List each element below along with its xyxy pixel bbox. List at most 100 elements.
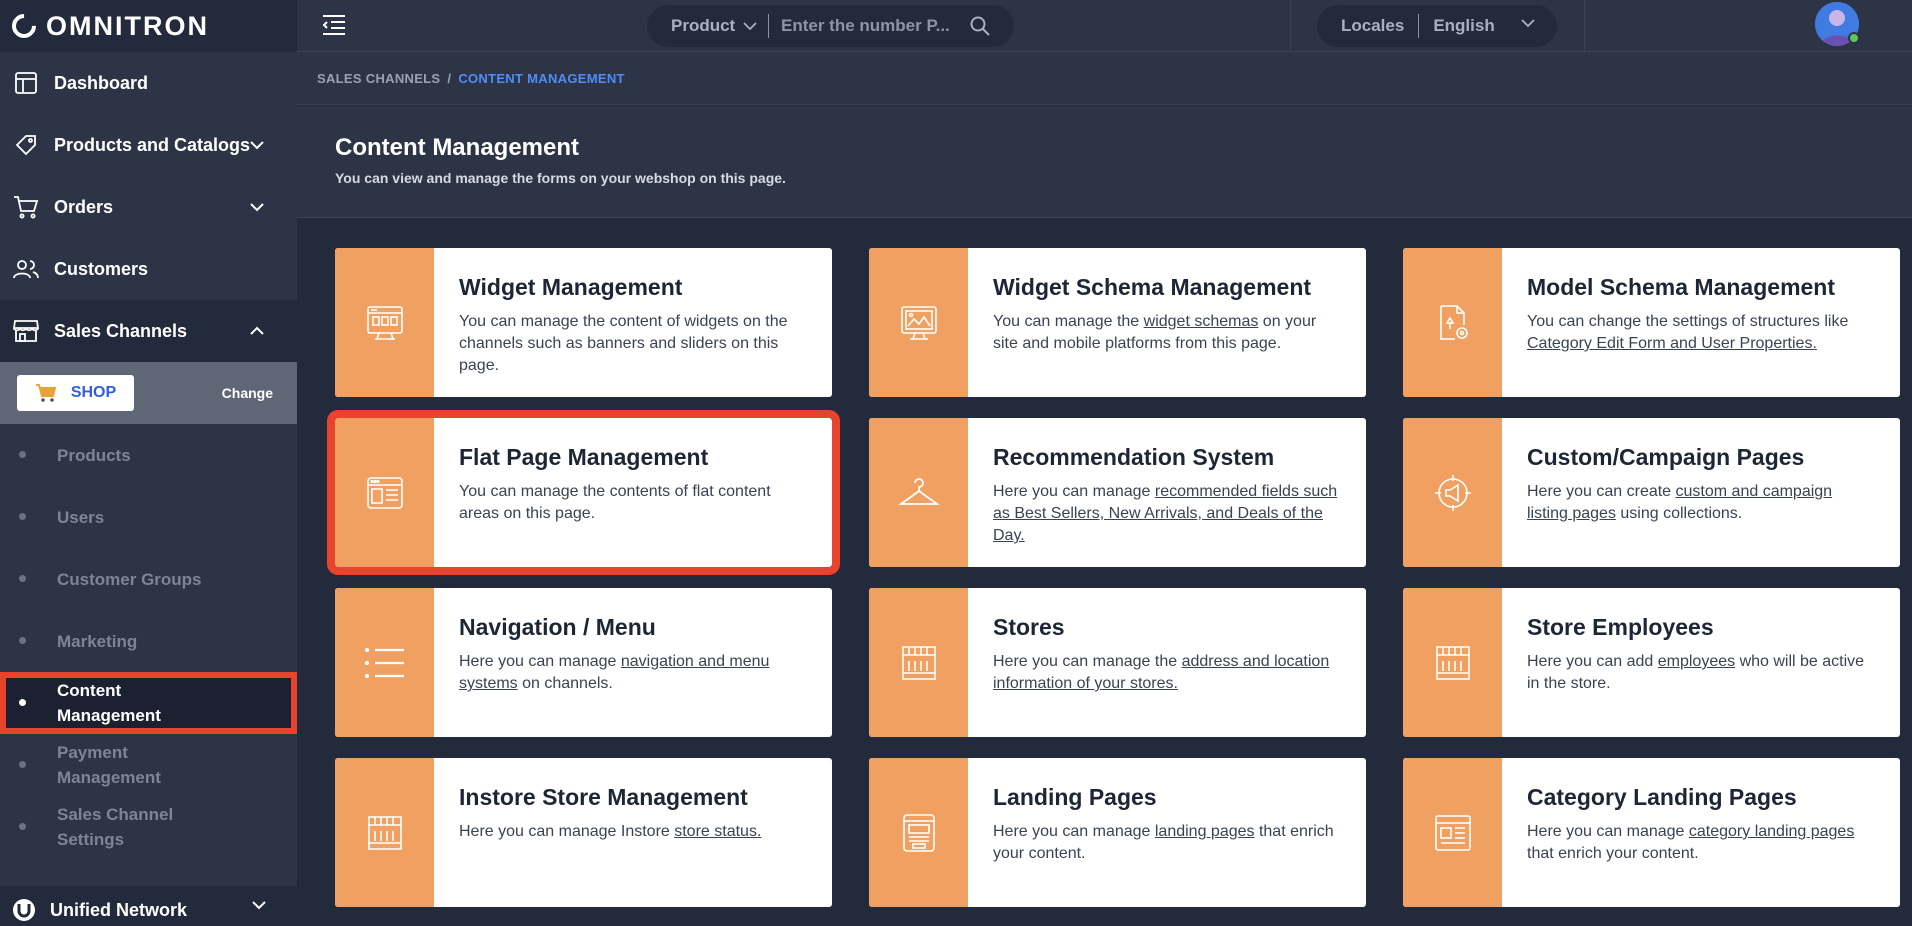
sidebar-item-label: Products and Catalogs	[54, 134, 251, 155]
card-custom-campaign-pages[interactable]: Custom/Campaign Pages Here you can creat…	[1403, 418, 1900, 567]
bullet-icon	[19, 823, 26, 830]
card-desc-text: that enrich your content.	[1527, 845, 1699, 862]
bullet-icon	[19, 699, 26, 706]
sidebar-subitem-payment-management[interactable]: Payment Management	[0, 734, 297, 796]
card-description: You can change the settings of structure…	[1527, 311, 1875, 355]
card-model-schema-management[interactable]: Model Schema Management You can change t…	[1403, 248, 1900, 397]
users-icon	[12, 255, 40, 283]
storefront-icon	[1403, 588, 1502, 737]
change-channel-link[interactable]: Change	[222, 385, 273, 401]
sidebar-subitem-marketing[interactable]: Marketing	[0, 610, 297, 672]
sidebar-item-customers[interactable]: Customers	[0, 238, 297, 300]
card-navigation-menu[interactable]: Navigation / Menu Here you can manage na…	[335, 588, 832, 737]
card-description: You can manage the content of widgets on…	[459, 311, 807, 377]
card-description: Here you can manage landing pages that e…	[993, 821, 1341, 865]
card-desc-text: You can change the settings of structure…	[1527, 313, 1849, 330]
sidebar-subitem-customer-groups[interactable]: Customer Groups	[0, 548, 297, 610]
chevron-down-icon[interactable]	[251, 900, 267, 910]
divider	[1290, 0, 1291, 52]
card-desc-text: on channels.	[517, 675, 613, 692]
label-line: Settings	[57, 830, 125, 849]
sidebar-subitem-content-management[interactable]: Content Management	[0, 672, 297, 734]
sidebar-subitem-sales-channel-settings[interactable]: Sales Channel Settings	[0, 796, 297, 858]
card-desc-text: Here you can create	[1527, 483, 1676, 500]
card-link[interactable]: Category Edit Form and User Properties.	[1527, 335, 1817, 352]
breadcrumb-separator: /	[447, 70, 452, 86]
collapse-menu-icon[interactable]	[321, 14, 347, 38]
search-input[interactable]	[781, 16, 961, 36]
locale-label: Locales	[1317, 14, 1420, 38]
card-desc-text: using collections.	[1615, 505, 1743, 522]
card-title: Stores	[993, 614, 1065, 640]
label-line: Content	[57, 681, 122, 700]
label-line: Management	[57, 768, 161, 787]
chevron-down-icon[interactable]	[247, 135, 267, 155]
card-landing-pages[interactable]: Landing Pages Here you can manage landin…	[869, 758, 1366, 907]
channel-button[interactable]: SHOP	[17, 375, 134, 411]
card-widget-schema-management[interactable]: Widget Schema Management You can manage …	[869, 248, 1366, 397]
channel-selector: SHOP Change	[0, 362, 297, 424]
card-title: Recommendation System	[993, 444, 1275, 470]
card-stores[interactable]: Stores Here you can manage the address a…	[869, 588, 1366, 737]
category-page-icon	[1403, 758, 1502, 907]
card-flat-page-management[interactable]: Flat Page Management You can manage the …	[327, 410, 840, 575]
page-header: Content Management You can view and mana…	[297, 106, 1912, 218]
chevron-down-icon	[1521, 19, 1535, 33]
unified-network-icon	[12, 898, 36, 922]
card-recommendation-system[interactable]: Recommendation System Here you can manag…	[869, 418, 1366, 567]
card-desc-text: Here you can manage Instore	[459, 823, 675, 840]
search-icon[interactable]	[970, 16, 990, 36]
card-desc-text: Here you can manage the	[993, 653, 1182, 670]
sidebar-item-label: Sales Channels	[54, 320, 188, 341]
card-store-employees[interactable]: Store Employees Here you can add employe…	[1403, 588, 1900, 737]
card-title: Widget Management	[459, 274, 683, 300]
page-title: Content Management	[335, 134, 580, 161]
brand-logo[interactable]: OMNITRON	[0, 0, 297, 52]
sidebar-item-label: Dashboard	[54, 72, 149, 93]
sidebar-item-label: Orders	[54, 196, 114, 217]
sidebar-subitem-users[interactable]: Users	[0, 486, 297, 548]
card-desc-text: Here you can manage	[993, 823, 1155, 840]
card-description: You can manage the contents of flat cont…	[459, 481, 807, 525]
sidebar-subitem-label: Sales Channel Settings	[57, 802, 173, 852]
chevron-down-icon[interactable]	[247, 197, 267, 217]
divider	[1584, 0, 1585, 52]
card-link[interactable]: category landing pages	[1689, 823, 1854, 840]
bullet-icon	[19, 761, 26, 768]
sidebar-item-orders[interactable]: Orders	[0, 176, 297, 238]
sidebar-subitem-products[interactable]: Products	[0, 424, 297, 486]
card-description: Here you can create custom and campaign …	[1527, 481, 1875, 525]
card-desc-text: Here you can manage	[459, 653, 621, 670]
sidebar: OMNITRON Dashboard Products and Catalogs…	[0, 0, 297, 926]
sidebar-item-dashboard[interactable]: Dashboard	[0, 52, 297, 114]
label-line: Sales Channel	[57, 805, 174, 824]
storefront-icon	[869, 588, 968, 737]
bullet-icon	[19, 575, 26, 582]
card-link[interactable]: employees	[1658, 653, 1735, 670]
breadcrumb: SALES CHANNELS / CONTENT MANAGEMENT	[297, 52, 1912, 105]
card-link[interactable]: store status.	[674, 823, 761, 840]
card-desc-text: Here you can add	[1527, 653, 1658, 670]
card-category-landing-pages[interactable]: Category Landing Pages Here you can mana…	[1403, 758, 1900, 907]
sidebar-subitem-label: Marketing	[57, 631, 138, 651]
chevron-up-icon[interactable]	[247, 321, 267, 341]
locale-selector[interactable]: Locales English	[1317, 5, 1557, 47]
sidebar-item-sales-channels[interactable]: Sales Channels	[0, 300, 297, 362]
brand-name: OMNITRON	[46, 10, 209, 41]
card-instore-store-management[interactable]: Instore Store Management Here you can ma…	[335, 758, 832, 907]
card-link[interactable]: widget schemas	[1144, 313, 1259, 330]
card-desc-text: Here you can manage	[993, 483, 1155, 500]
channel-name: SHOP	[70, 384, 117, 401]
card-description: Here you can manage category landing pag…	[1527, 821, 1875, 865]
breadcrumb-parent[interactable]: SALES CHANNELS	[317, 71, 440, 86]
card-widget-management[interactable]: Widget Management You can manage the con…	[335, 248, 832, 397]
sidebar-item-products-and-catalogs[interactable]: Products and Catalogs	[0, 114, 297, 176]
card-link[interactable]: landing pages	[1155, 823, 1255, 840]
sidebar-item-unified-network[interactable]: Unified Network	[0, 886, 297, 926]
label-line: Management	[57, 706, 161, 725]
card-desc-text: You can manage the	[993, 313, 1144, 330]
search-type-select[interactable]: Product	[647, 14, 769, 38]
card-description: Here you can manage the address and loca…	[993, 651, 1341, 695]
page-subtitle: You can view and manage the forms on you…	[335, 170, 786, 186]
card-title: Store Employees	[1527, 614, 1714, 640]
